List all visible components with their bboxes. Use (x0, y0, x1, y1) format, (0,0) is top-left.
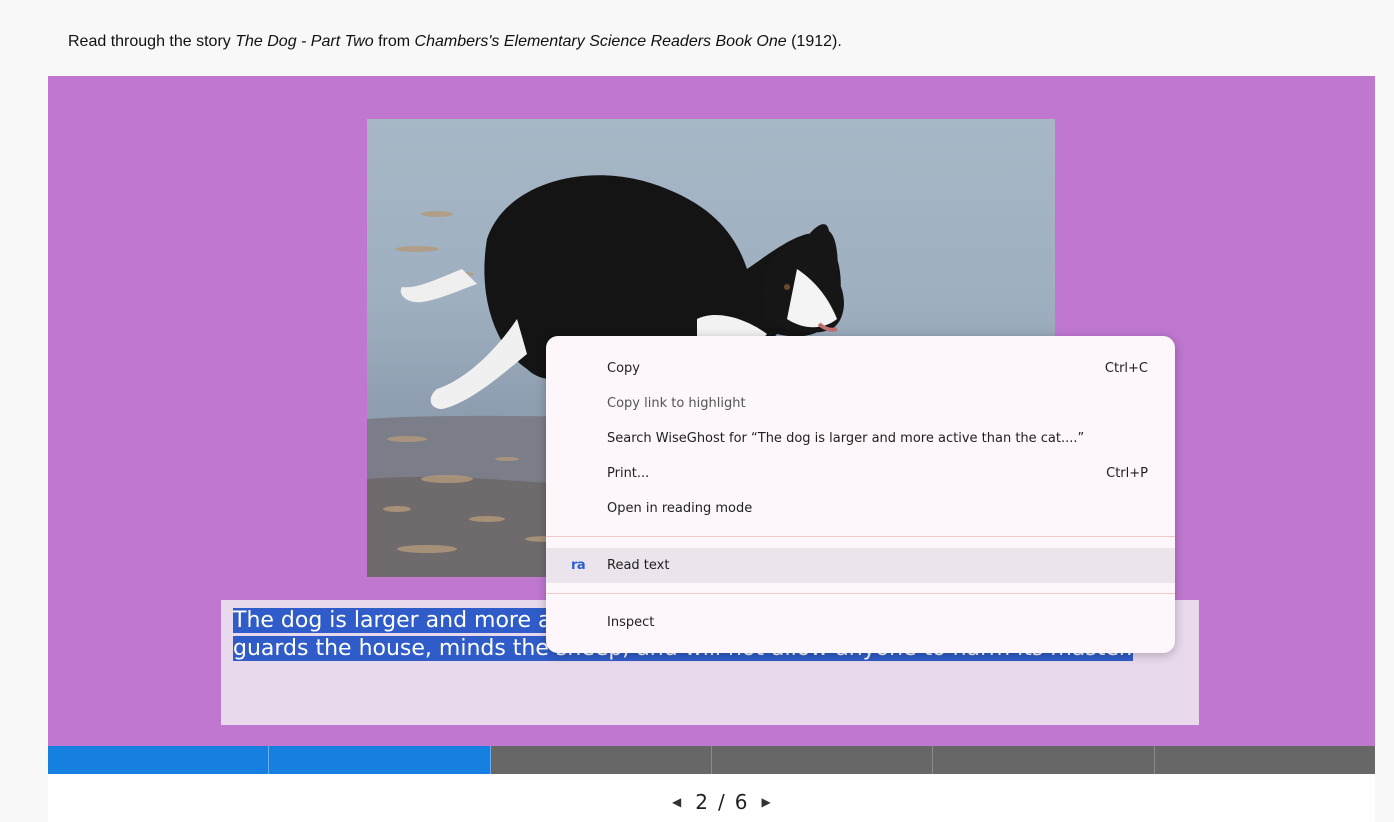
instructions-text: Read through the story The Dog - Part Tw… (68, 33, 842, 51)
progress-segment-3[interactable] (490, 746, 712, 774)
menu-item-read-text[interactable]: ra Read text (546, 548, 1175, 583)
progress-segment-2[interactable] (269, 746, 491, 774)
total-pages: 6 (734, 790, 748, 814)
read-aloud-icon: ra (571, 558, 586, 573)
story-title: The Dog - Part Two (235, 33, 374, 50)
menu-item-print[interactable]: Print... Ctrl+P (546, 456, 1175, 491)
book-title: Chambers's Elementary Science Readers Bo… (414, 33, 787, 50)
current-page: 2 (695, 790, 708, 814)
caret-left-icon[interactable]: ◀ (668, 795, 685, 809)
menu-item-inspect[interactable]: Inspect (546, 605, 1175, 640)
intro-prefix: Read through the story (68, 33, 236, 50)
menu-item-search[interactable]: Search WiseGhost for “The dog is larger … (546, 421, 1175, 456)
progress-segment-6[interactable] (1154, 746, 1375, 774)
intro-suffix: (1912). (786, 33, 842, 50)
menu-item-copy-link[interactable]: Copy link to highlight (546, 386, 1175, 421)
menu-item-copy[interactable]: Copy Ctrl+C (546, 351, 1175, 386)
slide-progress-bar (48, 746, 1375, 774)
print-label: Print... (607, 466, 650, 481)
menu-item-reading-mode[interactable]: Open in reading mode (546, 491, 1175, 526)
menu-separator (546, 536, 1175, 537)
read-text-label: Read text (607, 558, 670, 573)
inspect-label: Inspect (607, 615, 655, 630)
reading-mode-label: Open in reading mode (607, 501, 753, 516)
menu-separator (546, 593, 1175, 594)
search-label: Search WiseGhost for “The dog is larger … (607, 431, 1085, 446)
copy-label: Copy (607, 361, 640, 376)
pager: ◀ 2 / 6 ▶ (48, 774, 1375, 822)
print-shortcut: Ctrl+P (1106, 466, 1148, 481)
intro-middle: from (373, 33, 415, 50)
progress-segment-5[interactable] (933, 746, 1155, 774)
page-separator: / (717, 790, 725, 814)
copy-link-label: Copy link to highlight (607, 396, 746, 411)
caret-right-icon[interactable]: ▶ (757, 795, 774, 809)
context-menu: Copy Ctrl+C Copy link to highlight Searc… (546, 336, 1175, 653)
copy-shortcut: Ctrl+C (1104, 361, 1148, 376)
progress-segment-1[interactable] (48, 746, 270, 774)
progress-segment-4[interactable] (711, 746, 934, 774)
